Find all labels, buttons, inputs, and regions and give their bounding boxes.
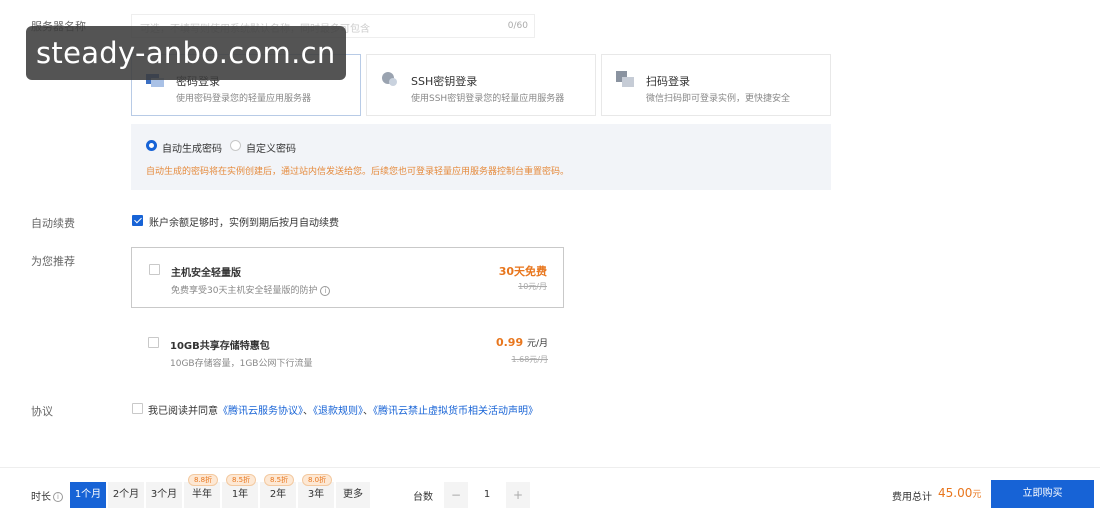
quantity-decrement-button[interactable]: − bbox=[444, 482, 468, 508]
product-name: 10GB共享存储特惠包 bbox=[170, 341, 270, 352]
duration-option-3m[interactable]: 3个月 bbox=[146, 482, 182, 508]
quantity-value[interactable]: 1 bbox=[472, 482, 502, 508]
auto-renew-checkbox[interactable] bbox=[132, 215, 143, 226]
product-name: 主机安全轻量版 bbox=[171, 268, 241, 279]
service-agreement-link[interactable]: 《腾讯云服务协议》 bbox=[218, 406, 303, 417]
discount-badge: 8.0折 bbox=[302, 474, 333, 486]
recommend-card-storage[interactable]: 10GB共享存储特惠包 10GB存储容量，1GB公网下行流量 0.99 元/月 … bbox=[131, 321, 564, 382]
price-value: 0.99 bbox=[495, 336, 524, 349]
product-desc: 免费享受30天主机安全轻量版的防护 i bbox=[171, 283, 331, 296]
auto-password-label: 自动生成密码 bbox=[162, 144, 222, 155]
duration-label: 时长 i bbox=[31, 488, 63, 503]
discount-badge: 8.5折 bbox=[264, 474, 295, 486]
total-fee: 45.00元 bbox=[938, 486, 981, 500]
watermark: steady-anbo.com.cn bbox=[26, 26, 346, 80]
password-hint: 自动生成的密码将在实例创建后，通过站内信发送给您。后续您也可登录轻量应用服务器控… bbox=[146, 167, 570, 177]
price-unit: 元/月 bbox=[526, 339, 548, 349]
ssh-key-icon bbox=[382, 72, 397, 86]
qr-code-icon bbox=[616, 71, 634, 87]
agreement-text: 我已阅读并同意《腾讯云服务协议》、《退款规则》、《腾讯云禁止虚拟货币相关活动声明… bbox=[148, 402, 538, 417]
login-card-desc: 微信扫码即可登录实例，更快捷安全 bbox=[646, 94, 791, 104]
login-card-desc: 使用密码登录您的轻量应用服务器 bbox=[176, 94, 312, 104]
product-original-price: 1.68元/月 bbox=[511, 355, 548, 364]
info-icon[interactable]: i bbox=[53, 492, 63, 502]
purchase-bar: 时长 i 1个月 2个月 3个月 半年 1年 2年 3年 更多 8.8折 8.5折… bbox=[0, 467, 1100, 517]
auto-renew-text: 账户余额足够时，实例到期后按月自动续费 bbox=[149, 218, 339, 229]
product-price: 0.99 元/月 bbox=[496, 336, 548, 349]
refund-rules-link[interactable]: 《退款规则》 bbox=[313, 406, 363, 417]
buy-now-button[interactable]: 立即购买 bbox=[991, 480, 1094, 508]
char-counter: 0/60 bbox=[507, 21, 528, 31]
product-price: 30天免费 bbox=[498, 265, 547, 278]
host-security-checkbox[interactable] bbox=[149, 264, 160, 275]
agreement-checkbox[interactable] bbox=[132, 403, 143, 414]
total-fee-unit: 元 bbox=[972, 490, 982, 500]
separator: 、 bbox=[303, 406, 313, 417]
password-options-panel: 自动生成密码 自定义密码 自动生成的密码将在实例创建后，通过站内信发送给您。后续… bbox=[131, 124, 831, 190]
custom-password-label: 自定义密码 bbox=[246, 144, 296, 155]
quantity-label: 台数 bbox=[413, 492, 433, 503]
custom-password-radio[interactable] bbox=[230, 140, 241, 151]
discount-badge: 8.8折 bbox=[188, 474, 219, 486]
duration-label-text: 时长 bbox=[31, 492, 51, 503]
auto-password-radio[interactable] bbox=[146, 140, 157, 151]
total-fee-label: 费用总计 bbox=[892, 492, 932, 503]
info-icon[interactable]: i bbox=[320, 285, 331, 296]
duration-option-2m[interactable]: 2个月 bbox=[108, 482, 144, 508]
recommend-card-host-security[interactable]: 主机安全轻量版 免费享受30天主机安全轻量版的防护 i 30天免费 10元/月 bbox=[131, 247, 564, 308]
recommend-label: 为您推荐 bbox=[31, 255, 75, 268]
crypto-statement-link[interactable]: 《腾讯云禁止虚拟货币相关活动声明》 bbox=[373, 406, 538, 417]
quantity-increment-button[interactable]: + bbox=[506, 482, 530, 508]
product-desc-text: 免费享受30天主机安全轻量版的防护 bbox=[171, 286, 318, 296]
duration-option-1m[interactable]: 1个月 bbox=[70, 482, 106, 508]
total-fee-value: 45.00 bbox=[938, 486, 973, 500]
login-card-qr[interactable]: 扫码登录 微信扫码即可登录实例，更快捷安全 bbox=[601, 54, 831, 116]
login-card-title: SSH密钥登录 bbox=[411, 75, 478, 88]
login-card-desc: 使用SSH密钥登录您的轻量应用服务器 bbox=[411, 94, 565, 104]
product-desc: 10GB存储容量，1GB公网下行流量 bbox=[170, 359, 313, 369]
separator: 、 bbox=[363, 406, 373, 417]
agreement-prefix: 我已阅读并同意 bbox=[148, 406, 218, 417]
storage-pack-checkbox[interactable] bbox=[148, 337, 159, 348]
discount-badge: 8.5折 bbox=[226, 474, 257, 486]
duration-option-more[interactable]: 更多 bbox=[336, 482, 370, 508]
login-card-ssh[interactable]: SSH密钥登录 使用SSH密钥登录您的轻量应用服务器 bbox=[366, 54, 596, 116]
auto-renew-label: 自动续费 bbox=[31, 217, 75, 230]
login-card-title: 扫码登录 bbox=[646, 75, 690, 88]
product-original-price: 10元/月 bbox=[518, 282, 547, 291]
agreement-label: 协议 bbox=[31, 405, 53, 418]
